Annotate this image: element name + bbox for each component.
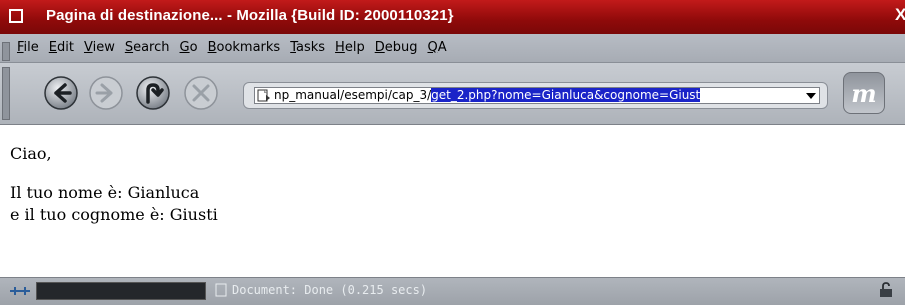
status-text: Document: Done (0.215 secs)	[232, 283, 428, 297]
url-input[interactable]: np_manual/esempi/cap_3/get_2.php?nome=Gi…	[254, 87, 820, 104]
name-text: Il tuo nome è: Gianluca	[10, 183, 200, 202]
status-bar: Document: Done (0.215 secs)	[0, 277, 905, 305]
url-text: np_manual/esempi/cap_3/get_2.php?nome=Gi…	[274, 88, 701, 103]
menu-debug[interactable]: Debug	[375, 40, 418, 55]
back-arrow-icon	[44, 76, 78, 110]
menubar-grip-handle[interactable]	[2, 42, 10, 61]
reload-button[interactable]	[136, 76, 170, 110]
location-bar: np_manual/esempi/cap_3/get_2.php?nome=Gi…	[243, 82, 828, 109]
menu-edit[interactable]: Edit	[49, 40, 74, 55]
menu-tasks[interactable]: Tasks	[290, 40, 325, 55]
window-menu-icon[interactable]	[9, 9, 23, 23]
document-icon	[215, 283, 227, 297]
page-proxy-icon[interactable]	[257, 89, 271, 102]
window-title: Pagina di destinazione... - Mozilla {Bui…	[46, 7, 454, 24]
menu-qa[interactable]: QA	[427, 40, 446, 55]
stop-icon	[184, 76, 218, 110]
unlocked-padlock-icon[interactable]	[879, 282, 893, 298]
back-button[interactable]	[44, 76, 78, 110]
window-close-button[interactable]: X	[895, 5, 905, 25]
greeting-text: Ciao,	[10, 144, 52, 163]
menu-bar: File Edit View Search Go Bookmarks Tasks…	[0, 34, 905, 63]
url-selection: get_2.php?nome=Gianluca&cognome=Giust	[431, 88, 701, 102]
stop-button[interactable]	[184, 76, 218, 110]
menu-view[interactable]: View	[84, 40, 115, 55]
menu-go[interactable]: Go	[180, 40, 198, 55]
menu-help[interactable]: Help	[335, 40, 365, 55]
forward-button[interactable]	[89, 76, 123, 110]
mozilla-logo-icon: m	[851, 79, 877, 108]
surname-text: e il tuo cognome è: Giusti	[10, 205, 218, 224]
page-content: Ciao, Il tuo nome è: Gianluca e il tuo c…	[0, 125, 905, 277]
online-status-icon[interactable]	[9, 285, 31, 297]
reload-icon	[136, 76, 170, 110]
menu-file[interactable]: File	[17, 40, 39, 55]
window-titlebar[interactable]: Pagina di destinazione... - Mozilla {Bui…	[0, 0, 905, 34]
menu-bookmarks[interactable]: Bookmarks	[208, 40, 281, 55]
menu-search[interactable]: Search	[125, 40, 170, 55]
url-dropdown-icon[interactable]	[805, 89, 817, 102]
toolbar-grip-handle[interactable]	[2, 67, 10, 120]
navigation-toolbar: np_manual/esempi/cap_3/get_2.php?nome=Gi…	[0, 63, 905, 125]
progress-meter	[36, 282, 206, 300]
url-prefix: np_manual/esempi/cap_3/	[274, 88, 432, 102]
forward-arrow-icon	[89, 76, 123, 110]
mozilla-throbber[interactable]: m	[843, 72, 885, 114]
